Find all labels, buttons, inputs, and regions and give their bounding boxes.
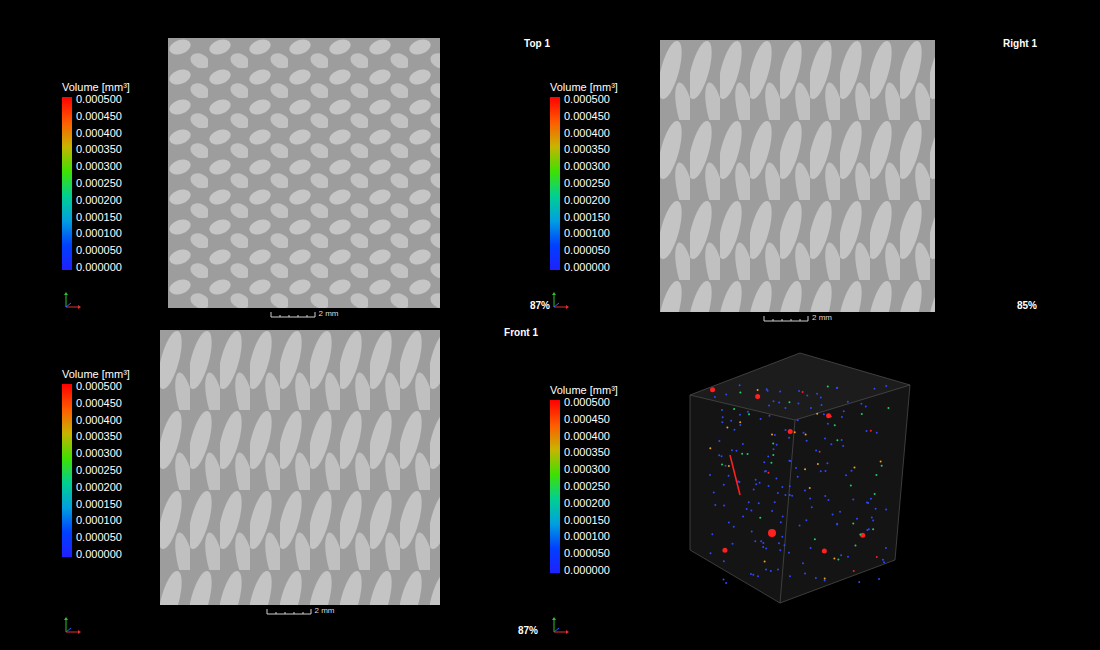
legend-tick: 0.000000	[76, 261, 122, 273]
legend-tick: 0.000200	[76, 481, 122, 493]
color-legend: Volume [mm³]0.000500 0.000450 0.000400 0.00…	[550, 383, 660, 576]
ct-slice-image[interactable]	[660, 40, 935, 312]
legend-tick: 0.000100	[564, 530, 610, 542]
legend-title: Volume [mm³]	[550, 383, 660, 397]
legend-color-bar	[550, 400, 560, 573]
legend-tick: 0.000300	[564, 463, 610, 475]
color-legend: Volume [mm³]0.000500 0.000450 0.000400 0.00…	[62, 367, 160, 560]
legend-tick: 0.000400	[564, 430, 610, 442]
legend-tick: 0.000150	[76, 211, 122, 223]
legend-tick: 0.000450	[564, 110, 610, 122]
legend-title: Volume [mm³]	[62, 367, 160, 381]
legend-tick: 0.000500	[76, 93, 122, 105]
legend-tick: 0.000150	[564, 211, 610, 223]
legend-tick: 0.000150	[76, 498, 122, 510]
view-title: Front 1	[504, 325, 538, 340]
legend-tick: 0.000450	[76, 397, 122, 409]
legend-tick: 0.000200	[76, 194, 122, 206]
legend-tick: 0.000400	[76, 127, 122, 139]
legend-tick: 0.000500	[564, 93, 610, 105]
view-panel: Volume [mm³]0.000500 0.000450 0.000400 0.00…	[550, 0, 1100, 325]
axis-triad-icon	[62, 291, 82, 311]
legend-tick: 0.000300	[564, 160, 610, 172]
legend-tick: 0.000350	[564, 446, 610, 458]
scale-bar: 2 mm	[763, 313, 832, 322]
ct-slice-image[interactable]	[168, 38, 440, 308]
legend-tick: 0.000250	[564, 177, 610, 189]
legend-color-bar	[62, 97, 72, 270]
legend-tick: 0.000350	[76, 430, 122, 442]
view-panel: Volume [mm³]0.000500 0.000450 0.000400 0.00…	[0, 325, 550, 650]
legend-tick: 0.000250	[76, 464, 122, 476]
legend-tick: 0.000100	[564, 227, 610, 239]
legend-tick: 0.000200	[564, 497, 610, 509]
legend-tick: 0.000400	[564, 127, 610, 139]
legend-tick: 0.000150	[564, 514, 610, 526]
color-legend: Volume [mm³]0.000500 0.000450 0.000400 0.00…	[550, 80, 660, 273]
zoom-level: 87%	[518, 623, 538, 638]
legend-tick: 0.000300	[76, 447, 122, 459]
legend-tick: 0.000000	[76, 548, 122, 560]
legend-tick: 0.000250	[76, 177, 122, 189]
view-panel: Volume [mm³]0.000500 0.000450 0.000400 0.00…	[550, 325, 1100, 650]
scale-bar: 2 mm	[266, 606, 335, 615]
legend-tick: 0.000250	[564, 480, 610, 492]
view-panel: Volume [mm³]0.000500 0.000450 0.000400 0.00…	[0, 0, 550, 325]
view-title: Top 1	[524, 36, 550, 51]
axis-triad-icon	[550, 616, 570, 636]
legend-title: Volume [mm³]	[62, 80, 168, 94]
legend-tick: 0.000050	[76, 531, 122, 543]
legend-tick: 0.000000	[564, 261, 610, 273]
legend-tick: 0.000050	[76, 244, 122, 256]
ct-slice-image[interactable]	[160, 330, 440, 605]
legend-tick: 0.000400	[76, 414, 122, 426]
color-legend: Volume [mm³]0.000500 0.000450 0.000400 0.00…	[62, 80, 168, 273]
scale-bar: 2 mm	[270, 309, 339, 318]
ct-viewer: Volume [mm³]0.0005000.0004500.0004000.00…	[0, 0, 1100, 650]
legend-tick: 0.000300	[76, 160, 122, 172]
legend-color-bar	[62, 384, 72, 557]
legend-title: Volume [mm³]	[550, 80, 660, 94]
legend-tick: 0.000200	[564, 194, 610, 206]
legend-color-bar	[550, 97, 560, 270]
legend-tick: 0.000000	[564, 564, 610, 576]
zoom-level: 87%	[530, 298, 550, 313]
3d-volume-render[interactable]	[680, 345, 920, 607]
axis-triad-icon	[550, 291, 570, 311]
zoom-level: 85%	[1017, 298, 1037, 313]
axis-triad-icon	[62, 616, 82, 636]
legend-tick: 0.000350	[564, 143, 610, 155]
legend-tick: 0.000450	[564, 413, 610, 425]
legend-tick: 0.000350	[76, 143, 122, 155]
legend-tick: 0.000100	[76, 514, 122, 526]
legend-tick: 0.000500	[76, 380, 122, 392]
view-title: Right 1	[1003, 36, 1037, 51]
legend-tick: 0.000100	[76, 227, 122, 239]
legend-tick: 0.000050	[564, 547, 610, 559]
legend-tick: 0.000050	[564, 244, 610, 256]
legend-tick: 0.000500	[564, 396, 610, 408]
legend-tick: 0.000450	[76, 110, 122, 122]
